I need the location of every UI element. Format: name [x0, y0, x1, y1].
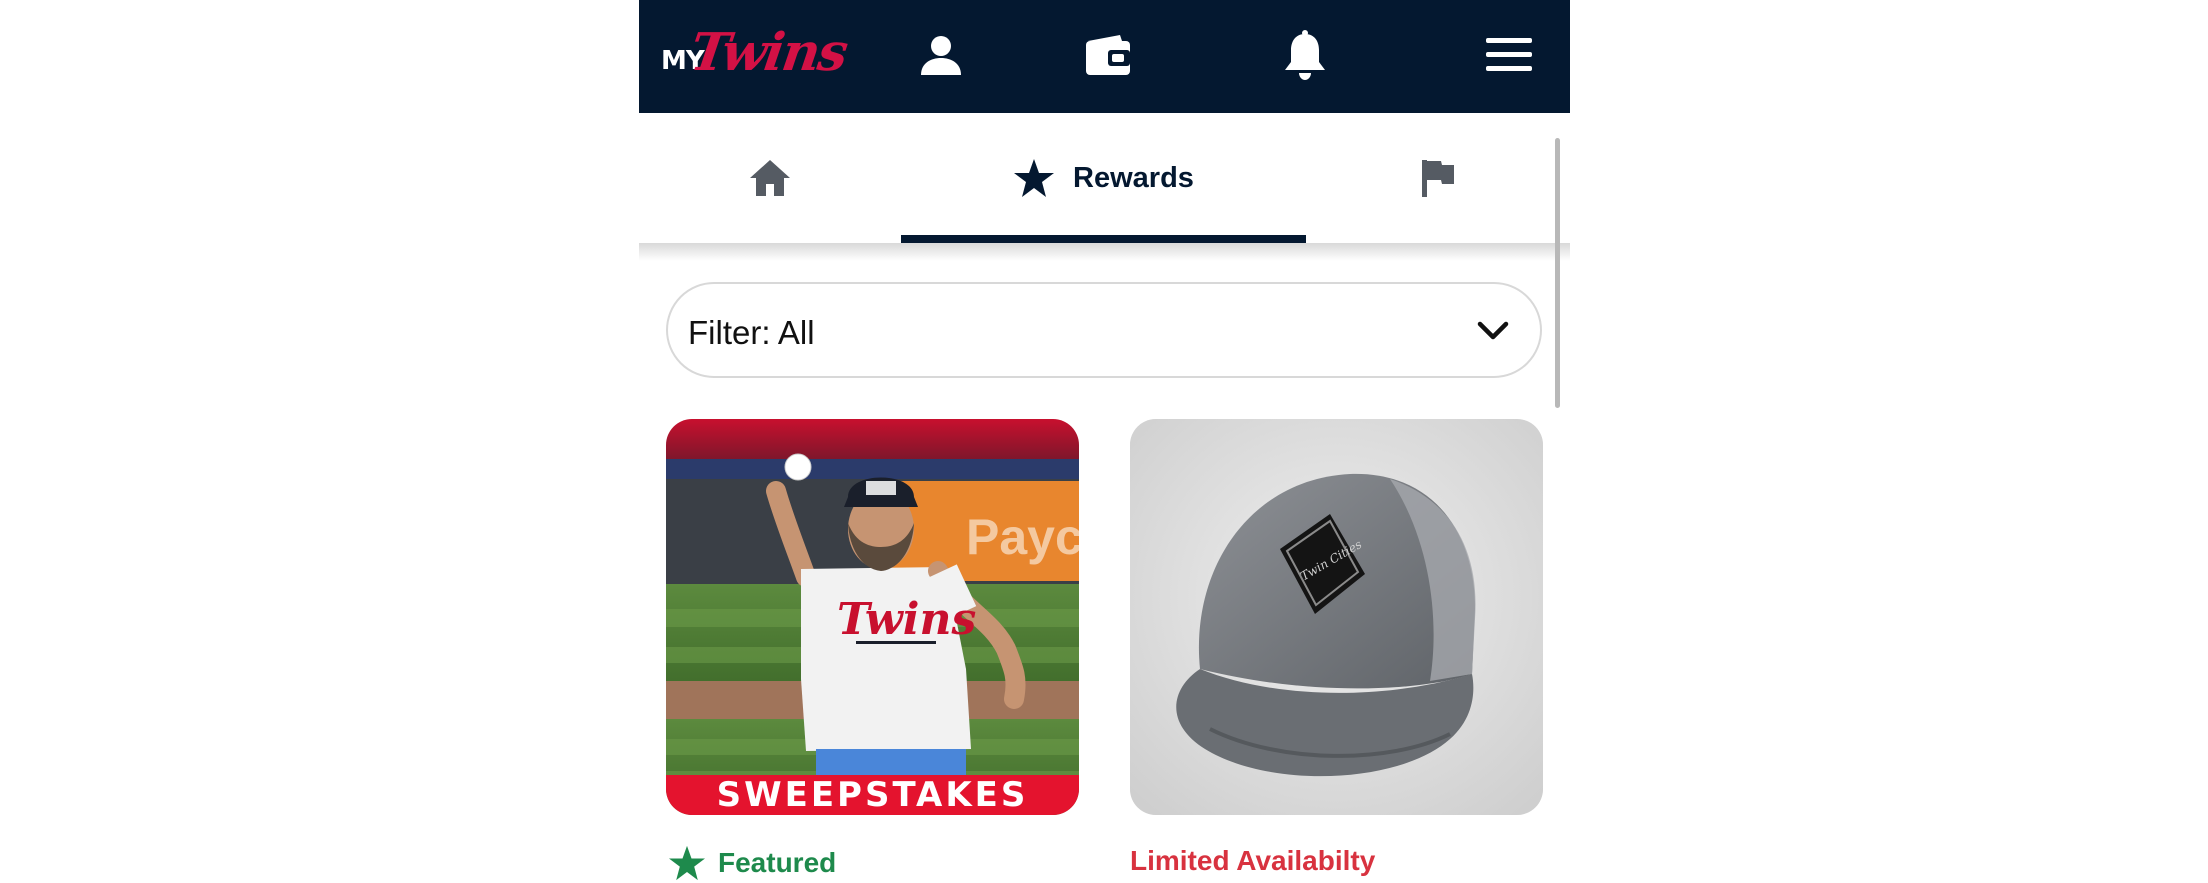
reward-card-hat[interactable]: Twin Cities Limited Availabilty [1130, 419, 1543, 876]
star-icon [1014, 159, 1055, 197]
wallet-button[interactable] [1075, 22, 1141, 88]
flag-icon [1422, 160, 1454, 197]
jersey-text: Twins [837, 594, 976, 645]
wallet-icon [1086, 35, 1130, 75]
gray-cap-photo: Twin Cities [1130, 419, 1543, 815]
svg-text:Payc: Payc [966, 509, 1079, 565]
sweepstakes-banner-text: SWEEPSTAKES [716, 775, 1029, 815]
tab-rewards[interactable]: Rewards [901, 113, 1306, 243]
my-twins-logo[interactable]: MY Twins [661, 18, 850, 90]
sweepstakes-image[interactable]: Payc Twins SWEEPSTAKES [666, 419, 1079, 815]
tab-rewards-label: Rewards [1073, 161, 1194, 194]
ballpark-photo: Payc Twins [666, 419, 1079, 815]
top-bar: MY Twins [639, 0, 1570, 113]
featured-label: Featured [668, 845, 836, 881]
filter-dropdown[interactable]: Filter: All [666, 282, 1542, 378]
active-tab-indicator [901, 235, 1306, 243]
tab-bar-shadow [639, 243, 1570, 261]
limited-availability-label: Limited Availabilty [1130, 845, 1375, 877]
limited-availability-text: Limited Availabilty [1130, 845, 1376, 876]
scrollbar[interactable] [1555, 138, 1560, 408]
featured-label-text: Featured [718, 847, 837, 878]
sweepstakes-banner: SWEEPSTAKES [666, 775, 1079, 815]
logo-word: Twins [686, 22, 850, 83]
hat-image[interactable]: Twin Cities [1130, 419, 1543, 815]
menu-button[interactable] [1476, 22, 1542, 88]
notifications-button[interactable] [1272, 22, 1338, 88]
person-icon [921, 36, 961, 75]
tab-flag[interactable] [1306, 113, 1570, 243]
bell-icon [1285, 30, 1325, 80]
reward-card-sweepstakes[interactable]: Payc Twins SWEEPSTAKES Featured [666, 419, 1079, 881]
tab-bar: Rewards [639, 113, 1570, 243]
home-icon [750, 160, 790, 196]
app-screen: MY Twins Rewards Filter: All Payc Twins … [639, 0, 1570, 883]
filter-label: Filter: All [688, 314, 815, 351]
profile-button[interactable] [908, 22, 974, 88]
star-icon [669, 845, 705, 881]
chevron-down-icon [1477, 321, 1509, 340]
tab-home[interactable] [639, 113, 901, 243]
menu-icon [1486, 38, 1532, 71]
